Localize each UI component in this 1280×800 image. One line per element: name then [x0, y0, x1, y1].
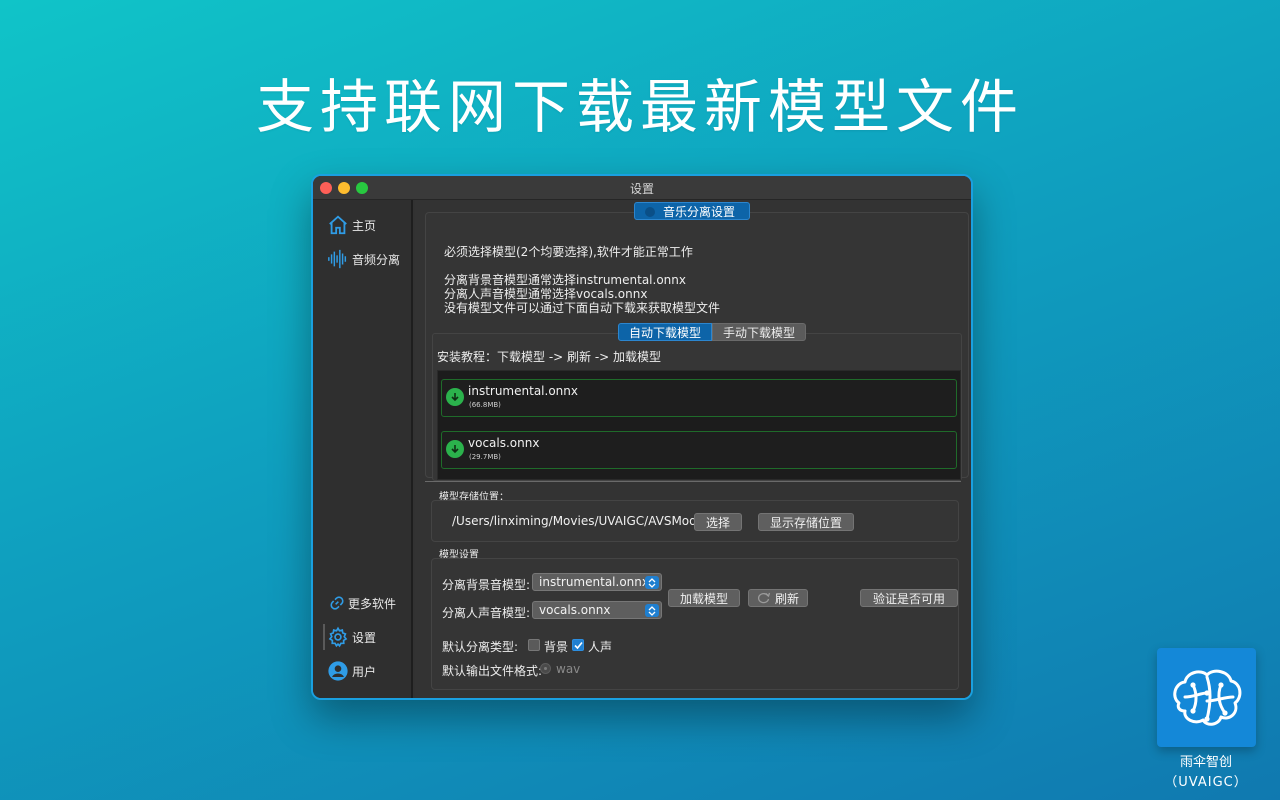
background-checkbox-label: 背景 — [544, 640, 569, 654]
storage-group: /Users/linximing/Movies/UVAIGC/AVSModel … — [431, 500, 959, 542]
brand-english-name: （UVAIGC） — [1164, 775, 1248, 790]
music-settings-title: 音乐分离设置 — [634, 202, 751, 220]
vocal-model-select[interactable]: vocals.onnx — [532, 601, 662, 619]
output-format-label: 默认输出文件格式: — [442, 664, 543, 678]
format-radio-label: wav — [556, 662, 581, 676]
chevron-updown-icon — [645, 576, 659, 589]
verify-button[interactable]: 验证是否可用 — [860, 589, 958, 607]
sidebar: 主页 音频分离 更多软件 设置 用户 — [313, 200, 413, 698]
download-models-panel: 安装教程：下载模型 -> 刷新 -> 加载模型 instrumental.onn… — [432, 333, 962, 481]
download-item-size: (66.8MB) — [469, 401, 501, 409]
link-icon — [330, 596, 344, 610]
headline: 支持联网下载最新模型文件 — [255, 73, 1024, 141]
download-item-size: (29.7MB) — [469, 453, 501, 461]
vocal-checkbox-label: 人声 — [588, 640, 613, 654]
load-model-button[interactable]: 加载模型 — [668, 589, 740, 607]
sidebar-item-label: 用户 — [352, 664, 377, 679]
storage-path: /Users/linximing/Movies/UVAIGC/AVSModel — [452, 514, 708, 528]
settings-dot-icon — [645, 207, 655, 217]
sidebar-item-more-software[interactable]: 更多软件 — [329, 590, 396, 616]
sidebar-item-user[interactable]: 用户 — [327, 658, 376, 684]
brand-logo — [1157, 648, 1256, 747]
default-type-label: 默认分离类型: — [442, 640, 519, 654]
model-settings-group: 分离背景音模型: instrumental.onnx 分离人声音模型: voca… — [431, 558, 959, 690]
brain-logo-icon — [1172, 669, 1241, 726]
info-required: 必须选择模型(2个均要选择),软件才能正常工作 — [444, 245, 693, 259]
waveform-icon — [328, 249, 347, 269]
refresh-button[interactable]: 刷新 — [748, 589, 808, 607]
user-icon — [328, 661, 348, 681]
background-model-select[interactable]: instrumental.onnx — [532, 573, 662, 591]
settings-content: 必须选择模型(2个均要选择),软件才能正常工作 分离背景音模型通常选择instr… — [415, 200, 971, 698]
settings-window: 设置 主页 音频分离 更多软件 设置 用户 必须选择模型(2个均要选择),软件才… — [311, 174, 973, 700]
download-icon — [446, 440, 464, 458]
download-list: instrumental.onnx (66.8MB) vocals.onnx (… — [437, 370, 961, 480]
music-settings-title-label: 音乐分离设置 — [663, 204, 736, 219]
download-item-name: instrumental.onnx — [468, 384, 578, 398]
install-tip: 安装教程：下载模型 -> 刷新 -> 加载模型 — [437, 350, 662, 364]
gear-icon — [328, 626, 348, 648]
sidebar-item-label: 主页 — [352, 218, 377, 233]
sidebar-item-home[interactable]: 主页 — [327, 212, 376, 238]
background-checkbox[interactable] — [528, 639, 540, 651]
window-title: 设置 — [629, 182, 654, 196]
tab-manual-download[interactable]: 手动下载模型 — [712, 323, 807, 341]
choose-path-button[interactable]: 选择 — [694, 513, 742, 531]
sidebar-item-label: 设置 — [352, 630, 377, 645]
sidebar-item-label: 更多软件 — [348, 596, 397, 611]
home-icon — [329, 215, 347, 235]
background-model-label: 分离背景音模型: — [442, 578, 531, 592]
vocal-model-label: 分离人声音模型: — [442, 606, 531, 620]
download-item-vocals[interactable]: vocals.onnx (29.7MB) — [441, 431, 957, 469]
refresh-label: 刷新 — [774, 591, 799, 606]
vocal-checkbox[interactable] — [572, 639, 584, 651]
sidebar-item-settings[interactable]: 设置 — [322, 624, 377, 650]
vocal-model-value: vocals.onnx — [539, 603, 611, 617]
info-download: 没有模型文件可以通过下面自动下载来获取模型文件 — [444, 301, 721, 315]
show-storage-button[interactable]: 显示存储位置 — [758, 513, 854, 531]
tab-auto-download[interactable]: 自动下载模型 — [618, 323, 713, 341]
chevron-updown-icon — [645, 604, 659, 617]
format-radio-wav[interactable] — [540, 663, 551, 674]
sidebar-item-audio-separation[interactable]: 音频分离 — [327, 246, 400, 272]
section-divider — [425, 481, 961, 482]
download-icon — [446, 388, 464, 406]
refresh-icon — [757, 592, 771, 604]
sidebar-item-label: 音频分离 — [352, 252, 401, 267]
music-separation-settings-group: 必须选择模型(2个均要选择),软件才能正常工作 分离背景音模型通常选择instr… — [425, 212, 969, 481]
background-model-value: instrumental.onnx — [539, 575, 649, 589]
brand-name: 雨伞智创 — [1179, 755, 1232, 770]
check-icon — [573, 641, 583, 649]
titlebar: 设置 — [313, 176, 971, 200]
download-item-name: vocals.onnx — [468, 436, 540, 450]
download-item-instrumental[interactable]: instrumental.onnx (66.8MB) — [441, 379, 957, 417]
download-mode-tabs: 自动下载模型 手动下载模型 — [618, 323, 807, 341]
